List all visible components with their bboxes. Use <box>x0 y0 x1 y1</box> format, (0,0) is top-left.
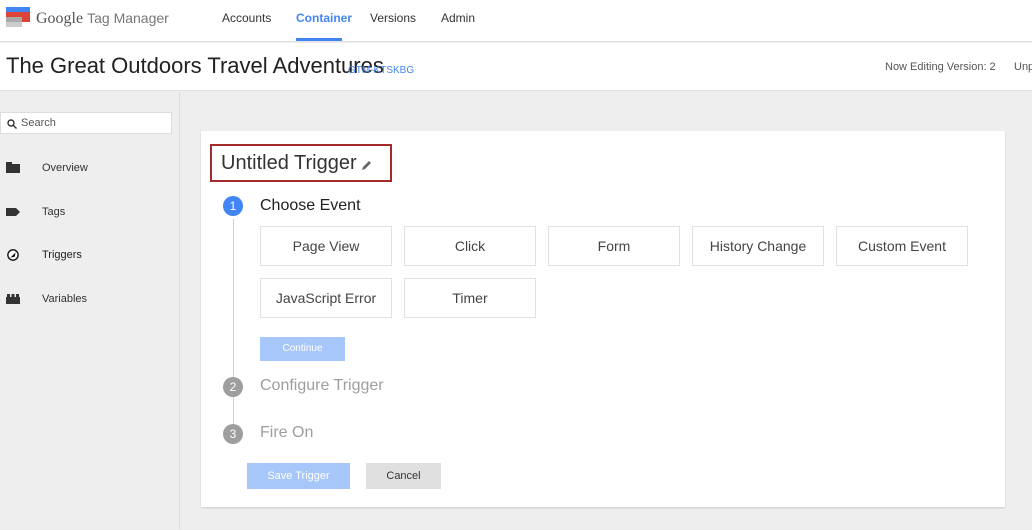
trigger-editor-card: Untitled Trigger 1 Choose Event Page Vie… <box>201 131 1005 507</box>
event-history-change-button[interactable]: History Change <box>692 226 824 266</box>
nav-versions[interactable]: Versions <box>370 11 416 25</box>
variables-icon <box>6 294 20 304</box>
nav-accounts[interactable]: Accounts <box>222 11 271 25</box>
sidebar-item-triggers[interactable]: Triggers <box>0 243 180 267</box>
gtm-logo-icon <box>6 7 30 27</box>
sidebar-item-tags[interactable]: Tags <box>0 200 180 224</box>
event-form-button[interactable]: Form <box>548 226 680 266</box>
trigger-title-highlight[interactable]: Untitled Trigger <box>210 144 392 182</box>
save-trigger-button[interactable]: Save Trigger <box>247 463 350 489</box>
brand-logo-text[interactable]: Google Tag Manager <box>36 10 169 28</box>
event-click-button[interactable]: Click <box>404 226 536 266</box>
nav-container[interactable]: Container <box>296 11 352 25</box>
sidebar-item-overview[interactable]: Overview <box>0 156 180 180</box>
nav-admin[interactable]: Admin <box>441 11 475 25</box>
search-input[interactable]: Search <box>0 112 172 134</box>
event-timer-button[interactable]: Timer <box>404 278 536 318</box>
sidebar-item-label: Tags <box>42 206 66 218</box>
event-javascript-error-button[interactable]: JavaScript Error <box>260 278 392 318</box>
brand-name: Google <box>36 10 84 27</box>
version-status: Now Editing Version: 2 <box>885 61 996 73</box>
sidebar: Search Overview Tags Triggers Variables <box>0 92 180 530</box>
active-tab-indicator <box>296 38 342 41</box>
search-icon <box>7 119 17 129</box>
step-configure-trigger: Configure Trigger <box>260 377 384 394</box>
cancel-button[interactable]: Cancel <box>366 463 441 489</box>
product-name: Tag Manager <box>87 10 169 26</box>
step-2-number: 2 <box>223 377 243 397</box>
trigger-icon <box>7 249 19 261</box>
folder-icon <box>6 162 20 173</box>
sidebar-item-label: Triggers <box>42 249 82 261</box>
tag-icon <box>6 208 20 216</box>
top-nav-bar: Google Tag Manager Accounts Container Ve… <box>0 0 1032 42</box>
event-custom-event-button[interactable]: Custom Event <box>836 226 968 266</box>
container-id[interactable]: GTM-KTSKBG <box>348 65 414 76</box>
step-fire-on: Fire On <box>260 424 314 441</box>
search-placeholder: Search <box>21 117 56 129</box>
sidebar-item-variables[interactable]: Variables <box>0 287 180 311</box>
event-page-view-button[interactable]: Page View <box>260 226 392 266</box>
continue-button[interactable]: Continue <box>260 337 345 361</box>
container-title: The Great Outdoors Travel Adventures <box>6 53 384 78</box>
step-choose-event: Choose Event <box>260 197 361 214</box>
sidebar-item-label: Variables <box>42 293 88 305</box>
trigger-title: Untitled Trigger <box>221 152 357 174</box>
step-1-number: 1 <box>223 196 243 216</box>
container-header: The Great Outdoors Travel Adventures GTM… <box>0 43 1032 91</box>
sidebar-item-label: Overview <box>42 162 88 174</box>
step-3-number: 3 <box>223 424 243 444</box>
pencil-icon[interactable] <box>362 160 372 170</box>
publish-status: Unp <box>1014 61 1032 73</box>
